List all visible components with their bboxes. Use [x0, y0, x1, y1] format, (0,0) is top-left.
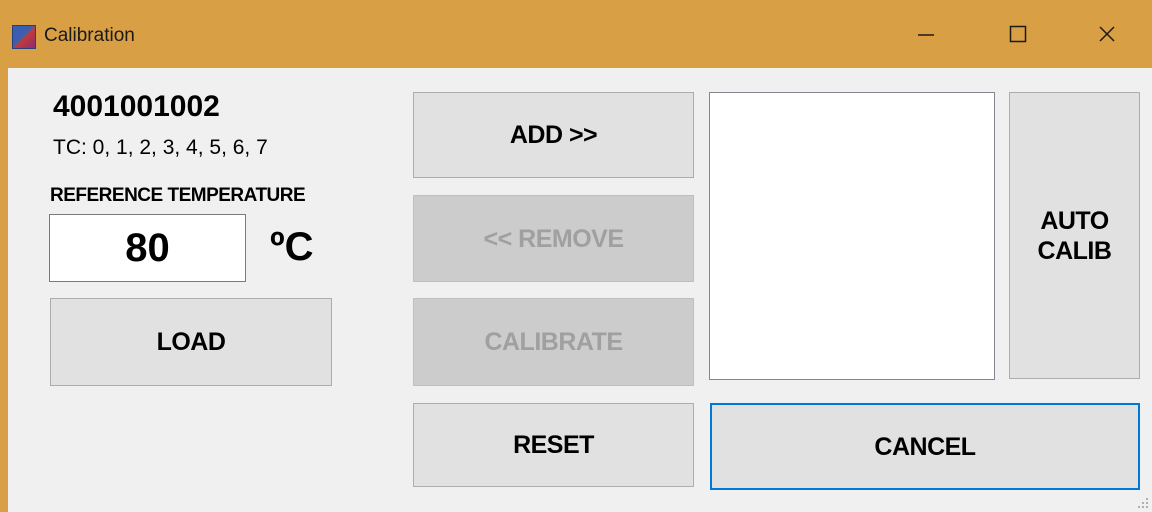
reset-button[interactable]: RESET — [413, 403, 694, 487]
minimize-button[interactable] — [896, 6, 956, 62]
calibration-window: Calibration 4001001002 TC: 0, 1, 2, 3, 4… — [0, 0, 1152, 512]
cancel-button[interactable]: CANCEL — [710, 403, 1140, 490]
title-bar[interactable]: Calibration — [0, 0, 1152, 68]
reference-temperature-input[interactable] — [49, 214, 246, 282]
reference-temperature-label: REFERENCE TEMPERATURE — [50, 185, 306, 206]
calibrate-button[interactable]: CALIBRATE — [413, 298, 694, 386]
remove-button[interactable]: << REMOVE — [413, 195, 694, 282]
device-serial: 4001001002 — [53, 90, 220, 123]
resize-grip-icon[interactable] — [1136, 496, 1150, 510]
auto-calib-button[interactable]: AUTO CALIB — [1009, 92, 1140, 379]
window-title: Calibration — [44, 25, 135, 46]
close-icon — [1099, 26, 1115, 42]
app-icon — [12, 25, 36, 49]
tc-channel-list: TC: 0, 1, 2, 3, 4, 5, 6, 7 — [53, 136, 268, 159]
temperature-unit: ºC — [270, 225, 314, 269]
minimize-icon — [918, 34, 934, 36]
close-button[interactable] — [1077, 6, 1137, 62]
add-button[interactable]: ADD >> — [413, 92, 694, 178]
selected-channels-list[interactable] — [709, 92, 995, 380]
maximize-icon — [1009, 25, 1027, 43]
auto-calib-label-line1: AUTO — [1040, 206, 1109, 235]
auto-calib-label-line2: CALIB — [1037, 236, 1112, 265]
maximize-button[interactable] — [988, 6, 1048, 62]
load-button[interactable]: LOAD — [50, 298, 332, 386]
